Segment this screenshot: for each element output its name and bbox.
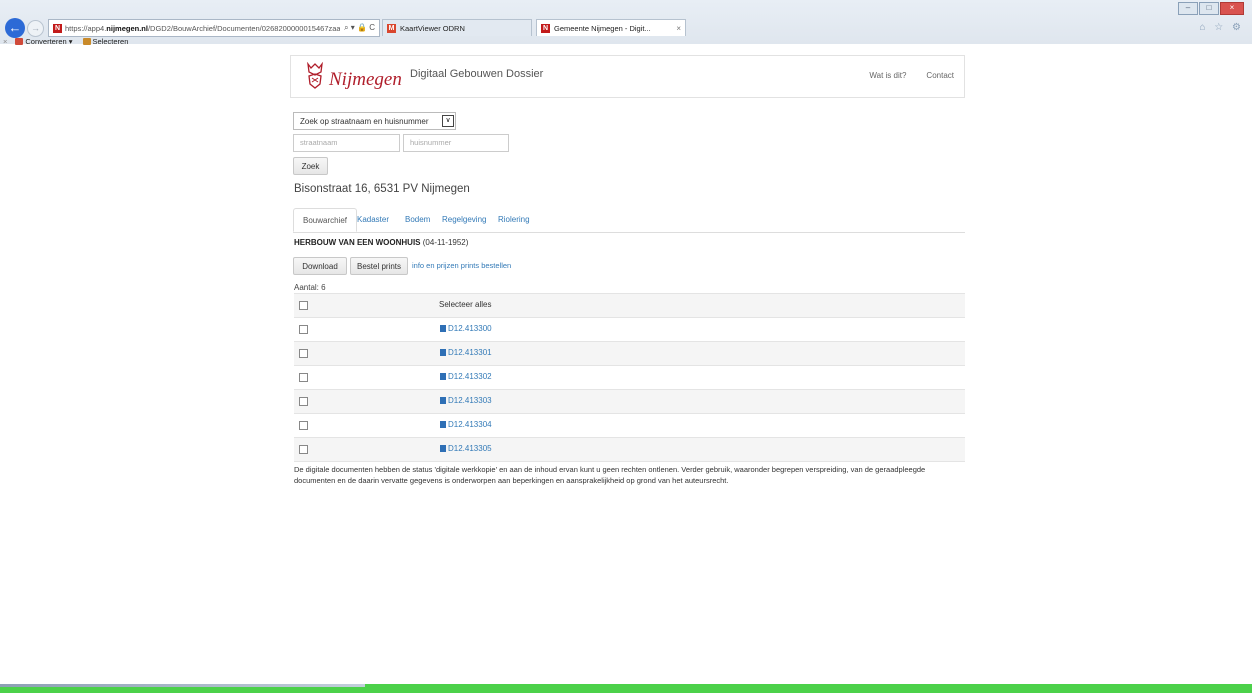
select-all-label: Selecteer alles [439,300,492,309]
street-input[interactable]: straatnaam [293,134,400,152]
tab-bouwarchief[interactable]: Bouwarchief [293,208,358,232]
site-header: Nijmegen Digitaal Gebouwen Dossier Wat i… [290,55,965,98]
tab-close-icon[interactable]: × [676,24,681,33]
search-type-select[interactable]: Zoek op straatnaam en huisnummer ∨ [293,112,456,130]
table-row: D12.413301 [294,341,965,365]
order-prints-button[interactable]: Bestel prints [350,257,408,275]
logo-text[interactable]: Nijmegen [329,69,402,91]
document-link[interactable]: D12.413300 [440,324,492,333]
document-icon [440,397,446,404]
forward-button[interactable]: → [27,20,44,37]
tab-gemeente-nijmegen[interactable]: N Gemeente Nijmegen - Digit... × [536,19,686,36]
document-icon [440,325,446,332]
select-value: Zoek op straatnaam en huisnummer [300,116,429,126]
document-count: Aantal: 6 [294,283,326,292]
house-number-input[interactable]: huisnummer [403,134,509,152]
pdf-convert-icon [15,38,24,46]
document-checkbox[interactable] [299,373,308,382]
document-icon [440,349,446,356]
tab-regelgeving[interactable]: Regelgeving [442,215,486,224]
document-icon [440,445,446,452]
tab-label: KaartViewer ODRN [400,23,465,33]
tab-riolering[interactable]: Riolering [498,215,530,224]
document-link[interactable]: D12.413303 [440,396,492,405]
select-all-row: Selecteer alles [294,293,965,317]
kaartviewer-favicon-icon: M [387,23,396,33]
back-button[interactable]: ← [5,18,25,38]
address-title: Bisonstraat 16, 6531 PV Nijmegen [294,183,470,195]
table-row: D12.413300 [294,317,965,341]
document-icon [440,373,446,380]
home-favorites-settings-icons[interactable]: ⌂ ☆ ⚙ [1199,22,1244,33]
close-bar-icon[interactable]: × [3,37,7,46]
wat-is-dit-link[interactable]: Wat is dit? [869,71,906,80]
document-checkbox[interactable] [299,349,308,358]
document-link[interactable]: D12.413304 [440,420,492,429]
address-url[interactable]: https://app4.nijmegen.nl/DGD2/BouwArchie… [65,24,340,33]
document-checkbox[interactable] [299,397,308,406]
prints-info-link[interactable]: info en prijzen prints bestellen [412,261,511,270]
dossier-date: (04-11-1952) [422,238,469,247]
document-checkbox[interactable] [299,445,308,454]
tab-label: Gemeente Nijmegen - Digit... [554,23,651,33]
document-link[interactable]: D12.413301 [440,348,492,357]
table-row: D12.413305 [294,437,965,462]
dossier-heading: HERBOUW VAN EEN WOONHUIS (04-11-1952) [294,238,468,247]
tab-kaartviewer[interactable]: M KaartViewer ODRN [382,19,532,36]
tab-kadaster[interactable]: Kadaster [357,215,389,224]
close-window-button[interactable]: × [1220,2,1244,15]
header-links: Wat is dit? Contact [869,71,954,80]
browser-chrome: – □ × ← → N https://app4.nijmegen.nl/DGD… [0,0,1252,46]
minimize-button[interactable]: – [1178,2,1198,15]
site-favicon-icon: N [53,23,62,33]
taskbar-buttons[interactable] [0,684,365,687]
nijmegen-crest-icon [307,62,323,89]
nijmegen-favicon-icon: N [541,23,550,33]
document-checkbox[interactable] [299,325,308,334]
select-icon [82,38,91,46]
address-bar[interactable]: N https://app4.nijmegen.nl/DGD2/BouwArch… [48,19,380,37]
selecteren-button[interactable]: Selecteren [82,37,128,46]
document-icon [440,421,446,428]
dossier-title: HERBOUW VAN EEN WOONHUIS [294,238,421,247]
contact-link[interactable]: Contact [926,71,954,80]
window-controls: – □ × [1178,2,1244,15]
chevron-down-icon[interactable]: ∨ [442,115,454,127]
table-row: D12.413303 [294,389,965,413]
site-title: Digitaal Gebouwen Dossier [410,68,544,80]
download-button[interactable]: Download [293,257,347,275]
select-all-checkbox[interactable] [299,301,308,310]
command-bar: × Converteren ▾ Selecteren [0,37,128,46]
search-button[interactable]: Zoek [293,157,328,175]
document-checkbox[interactable] [299,421,308,430]
address-actions-icon[interactable]: ⌕ ▾ 🔒 C [340,23,379,33]
disclaimer-text: De digitale documenten hebben de status … [294,465,926,485]
maximize-button[interactable]: □ [1199,2,1219,15]
tab-bodem[interactable]: Bodem [405,215,430,224]
table-row: D12.413302 [294,365,965,389]
document-link[interactable]: D12.413302 [440,372,492,381]
table-row: D12.413304 [294,413,965,437]
converteren-button[interactable]: Converteren ▾ [15,37,73,46]
document-link[interactable]: D12.413305 [440,444,492,453]
tabs-bar: Bouwarchief Kadaster Bodem Regelgeving R… [293,208,965,233]
document-table: Selecteer alles D12.413300 D12.413301 D1… [294,293,965,462]
